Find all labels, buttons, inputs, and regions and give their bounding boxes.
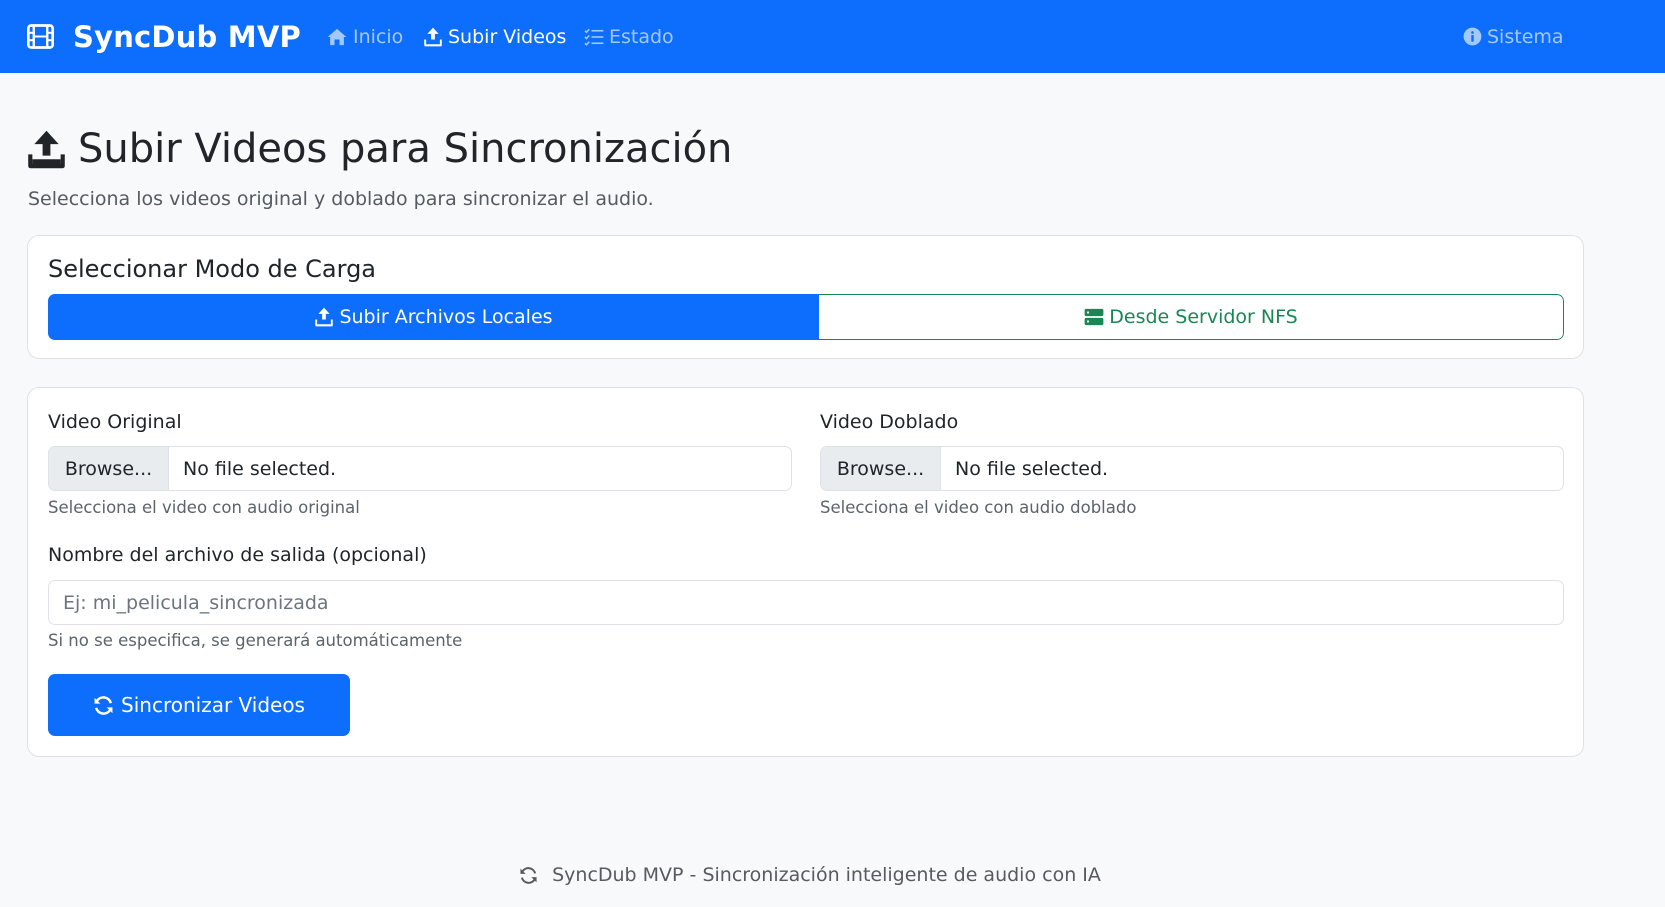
page-title-text: Subir Videos para Sincronización (78, 126, 733, 172)
video-original-file-name: No file selected. (183, 457, 337, 480)
video-doblado-file-name: No file selected. (955, 457, 1109, 480)
page-title: Subir Videos para Sincronización (27, 126, 732, 172)
video-doblado-label: Video Doblado (820, 411, 959, 433)
refresh-icon (94, 695, 113, 715)
server-icon (1084, 308, 1104, 326)
footer: SyncDub MVP - Sincronización inteligente… (0, 860, 1620, 890)
local-upload-button[interactable]: Subir Archivos Locales (48, 294, 819, 340)
nav-link-estado-label: Estado (609, 25, 674, 48)
film-icon (27, 24, 54, 49)
nav-link-sistema-label: Sistema (1487, 25, 1564, 48)
nfs-server-label: Desde Servidor NFS (1109, 306, 1298, 328)
upload-mode-card: Seleccionar Modo de Carga Subir Archivos… (27, 235, 1584, 359)
footer-text: SyncDub MVP - Sincronización inteligente… (552, 864, 1101, 886)
local-upload-label: Subir Archivos Locales (339, 306, 553, 328)
upload-mode-title: Seleccionar Modo de Carga (48, 255, 377, 283)
upload-icon (28, 130, 65, 168)
nav-link-sistema[interactable]: Sistema (1463, 0, 1564, 73)
nav-link-subir-videos-label: Subir Videos (448, 25, 567, 48)
brand-link[interactable]: SyncDub MVP (27, 0, 301, 73)
upload-icon (315, 307, 334, 327)
video-doblado-help: Selecciona el video con audio doblado (820, 498, 1137, 517)
video-doblado-file-input[interactable]: Browse... No file selected. (820, 446, 1564, 491)
video-original-label: Video Original (48, 411, 182, 433)
page-subtitle: Selecciona los videos original y doblado… (28, 188, 654, 210)
brand-text: SyncDub MVP (73, 19, 301, 54)
nav-link-inicio-label: Inicio (353, 25, 404, 48)
video-original-help: Selecciona el video con audio original (48, 498, 360, 517)
upload-form-card: Video Original Browse... No file selecte… (27, 387, 1584, 757)
sync-videos-button[interactable]: Sincronizar Videos (48, 674, 350, 736)
output-name-help: Si no se especifica, se generará automát… (48, 631, 463, 650)
video-original-file-input[interactable]: Browse... No file selected. (48, 446, 792, 491)
video-doblado-browse-button[interactable]: Browse... (821, 447, 941, 490)
video-original-browse-button[interactable]: Browse... (49, 447, 169, 490)
output-name-label: Nombre del archivo de salida (opcional) (48, 544, 427, 566)
upload-mode-toggle: Subir Archivos Locales Desde Servidor NF… (48, 294, 1564, 340)
refresh-icon (520, 866, 537, 884)
list-check-icon (584, 28, 604, 46)
nav-link-estado[interactable]: Estado (584, 0, 674, 73)
navbar: SyncDub MVP Inicio Subir Videos Estado S… (0, 0, 1665, 73)
sync-videos-label: Sincronizar Videos (121, 693, 305, 717)
output-name-input[interactable] (48, 580, 1564, 625)
nav-link-subir-videos[interactable]: Subir Videos (423, 0, 566, 73)
info-circle-icon (1463, 27, 1482, 46)
house-icon (327, 28, 347, 45)
upload-icon (424, 27, 442, 46)
nav-link-inicio[interactable]: Inicio (326, 0, 403, 73)
nfs-server-button[interactable]: Desde Servidor NFS (819, 294, 1564, 340)
